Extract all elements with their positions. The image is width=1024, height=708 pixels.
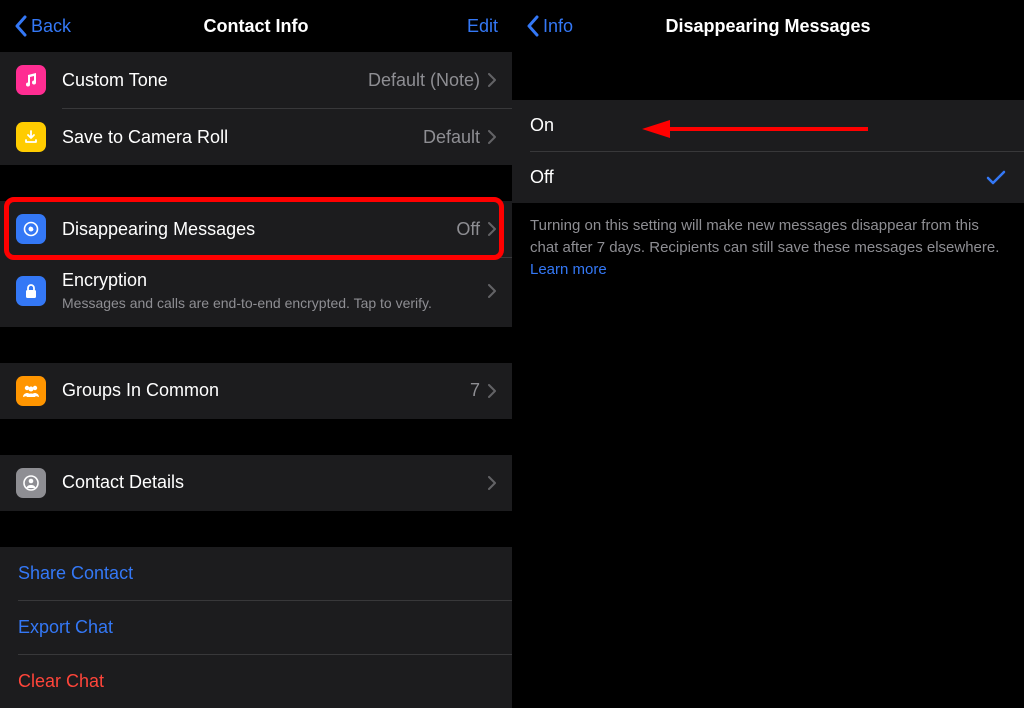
groups-label: Groups In Common xyxy=(62,380,470,401)
section-groups: Groups In Common 7 xyxy=(0,363,512,419)
back-label: Info xyxy=(543,16,573,37)
contact-info-pane: Back Contact Info Edit Custom Tone Defau… xyxy=(0,0,512,683)
back-button[interactable]: Info xyxy=(526,15,573,37)
section-details: Contact Details xyxy=(0,455,512,511)
chevron-right-icon xyxy=(488,476,496,490)
back-button[interactable]: Back xyxy=(14,15,71,37)
row-disappearing-messages[interactable]: Disappearing Messages Off xyxy=(0,201,512,257)
lock-icon xyxy=(16,276,46,306)
section-privacy: Disappearing Messages Off Encryption Mes… xyxy=(0,201,512,327)
encryption-label: Encryption xyxy=(62,270,480,291)
page-title: Disappearing Messages xyxy=(512,16,1024,37)
option-off-label: Off xyxy=(530,167,554,188)
music-icon xyxy=(16,65,46,95)
navbar-right: Info Disappearing Messages xyxy=(512,0,1024,52)
row-custom-tone[interactable]: Custom Tone Default (Note) xyxy=(0,52,512,108)
row-encryption[interactable]: Encryption Messages and calls are end-to… xyxy=(0,258,512,327)
group-icon xyxy=(16,376,46,406)
option-off[interactable]: Off xyxy=(512,152,1024,203)
help-text-content: Turning on this setting will make new me… xyxy=(530,217,999,256)
section-media: Custom Tone Default (Note) Save to Camer… xyxy=(0,52,512,165)
edit-button[interactable]: Edit xyxy=(467,16,498,37)
chevron-right-icon xyxy=(488,284,496,298)
person-icon xyxy=(16,468,46,498)
chevron-right-icon xyxy=(488,384,496,398)
timer-icon xyxy=(16,214,46,244)
spacer xyxy=(0,511,512,547)
contact-details-label: Contact Details xyxy=(62,472,488,493)
navbar-left: Back Contact Info Edit xyxy=(0,0,512,52)
download-icon xyxy=(16,122,46,152)
custom-tone-label: Custom Tone xyxy=(62,70,368,91)
chevron-left-icon xyxy=(526,15,539,37)
custom-tone-value: Default (Note) xyxy=(368,70,480,91)
checkmark-icon xyxy=(986,170,1006,186)
clear-chat-button[interactable]: Clear Chat xyxy=(0,655,512,708)
page-title: Contact Info xyxy=(0,16,512,37)
back-label: Back xyxy=(31,16,71,37)
share-contact-button[interactable]: Share Contact xyxy=(0,547,512,600)
help-text: Turning on this setting will make new me… xyxy=(512,203,1024,292)
section-options: On Off xyxy=(512,100,1024,203)
learn-more-link[interactable]: Learn more xyxy=(530,261,607,278)
disappearing-value: Off xyxy=(456,219,480,240)
chevron-right-icon xyxy=(488,73,496,87)
camera-roll-label: Save to Camera Roll xyxy=(62,127,423,148)
disappearing-label: Disappearing Messages xyxy=(62,219,456,240)
spacer xyxy=(0,419,512,455)
row-camera-roll[interactable]: Save to Camera Roll Default xyxy=(0,109,512,165)
disappearing-messages-pane: Info Disappearing Messages On Off Turnin… xyxy=(512,0,1024,683)
spacer xyxy=(0,165,512,201)
chevron-right-icon xyxy=(488,222,496,236)
section-actions: Share Contact Export Chat Clear Chat xyxy=(0,547,512,708)
option-on[interactable]: On xyxy=(512,100,1024,151)
row-contact-details[interactable]: Contact Details xyxy=(0,455,512,511)
spacer xyxy=(0,327,512,363)
camera-roll-value: Default xyxy=(423,127,480,148)
chevron-right-icon xyxy=(488,130,496,144)
chevron-left-icon xyxy=(14,15,27,37)
encryption-sublabel: Messages and calls are end-to-end encryp… xyxy=(62,294,480,313)
row-groups-in-common[interactable]: Groups In Common 7 xyxy=(0,363,512,419)
option-on-label: On xyxy=(530,115,554,136)
export-chat-button[interactable]: Export Chat xyxy=(0,601,512,654)
spacer xyxy=(512,52,1024,100)
groups-value: 7 xyxy=(470,380,480,401)
